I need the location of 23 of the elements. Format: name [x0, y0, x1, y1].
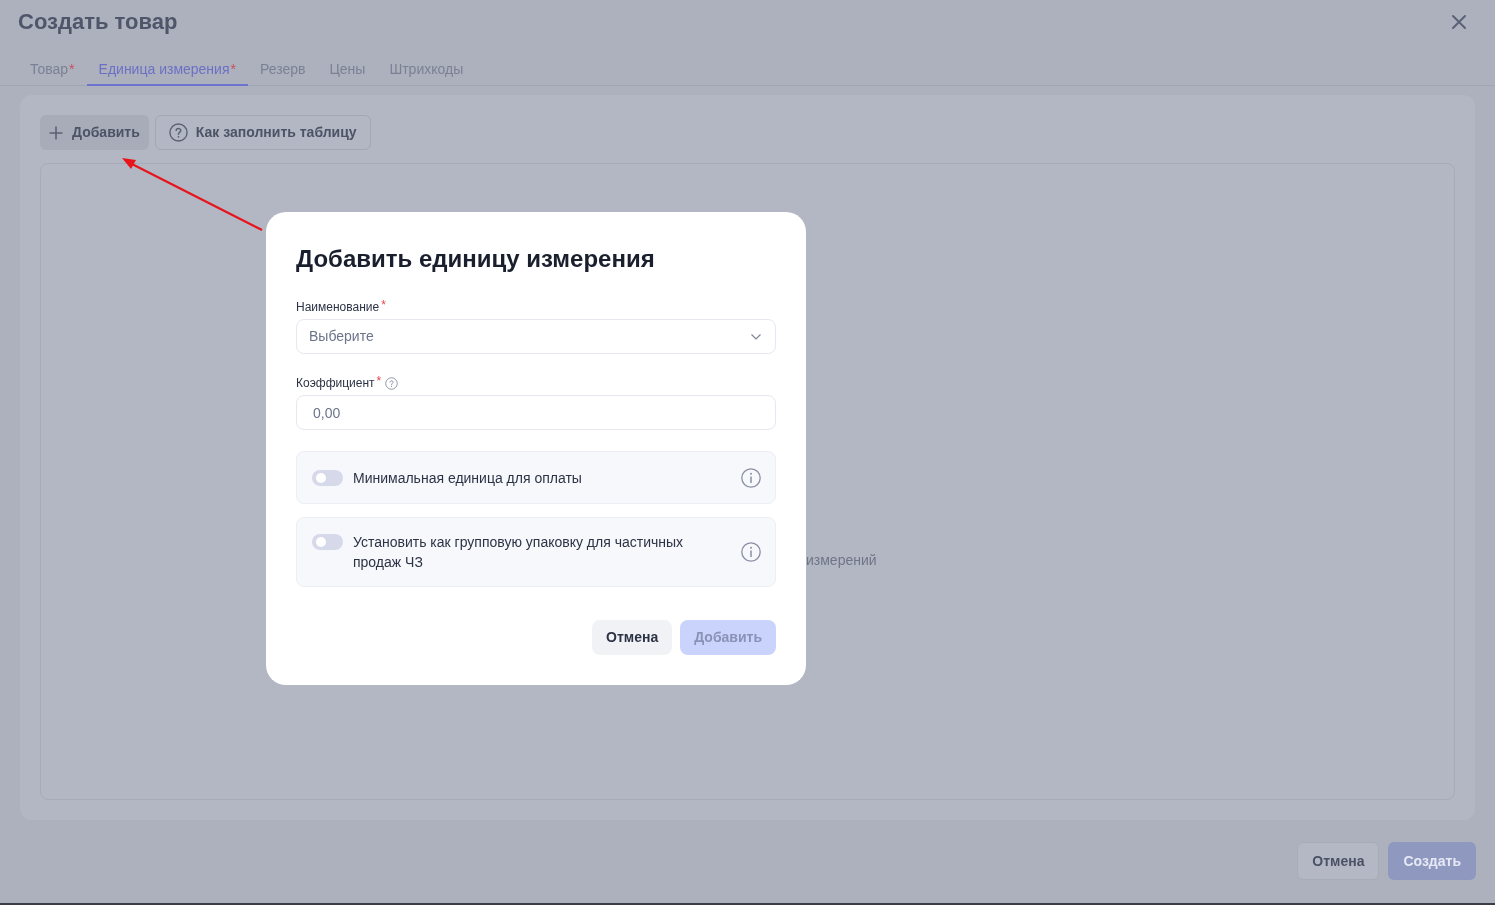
- help-button[interactable]: Как заполнить таблицу: [154, 115, 371, 150]
- tab[interactable]: Единица измерения*: [86, 55, 248, 86]
- input-field[interactable]: 0,00: [296, 395, 776, 430]
- toggle-switch[interactable]: [312, 469, 343, 486]
- plus-icon: [49, 125, 63, 140]
- chevron-down-icon: [751, 333, 761, 340]
- toggle-switch[interactable]: [312, 534, 343, 550]
- option-label: Установить как групповую упаковку для частичных продаж ЧЗ: [353, 533, 685, 572]
- window-title: Создать товар: [18, 8, 178, 36]
- cancel-button[interactable]: Отмена: [592, 620, 673, 655]
- select-field[interactable]: Выберите: [296, 319, 776, 354]
- option-label: Минимальная единица для оплаты: [353, 468, 582, 488]
- info-icon[interactable]: [741, 542, 761, 562]
- empty-state-text: измерений: [806, 552, 877, 568]
- add-button[interactable]: Добавить: [40, 115, 149, 150]
- field-label: Коэффициент *: [296, 375, 382, 391]
- close-icon[interactable]: [1451, 14, 1467, 30]
- help-icon: [168, 123, 188, 142]
- help-icon[interactable]: [385, 376, 399, 390]
- field-label: Наименование *: [296, 299, 386, 315]
- info-icon[interactable]: [741, 467, 761, 488]
- cancel-button[interactable]: Отмена: [1297, 842, 1380, 880]
- dialog-title: Добавить единицу измерения: [296, 244, 656, 274]
